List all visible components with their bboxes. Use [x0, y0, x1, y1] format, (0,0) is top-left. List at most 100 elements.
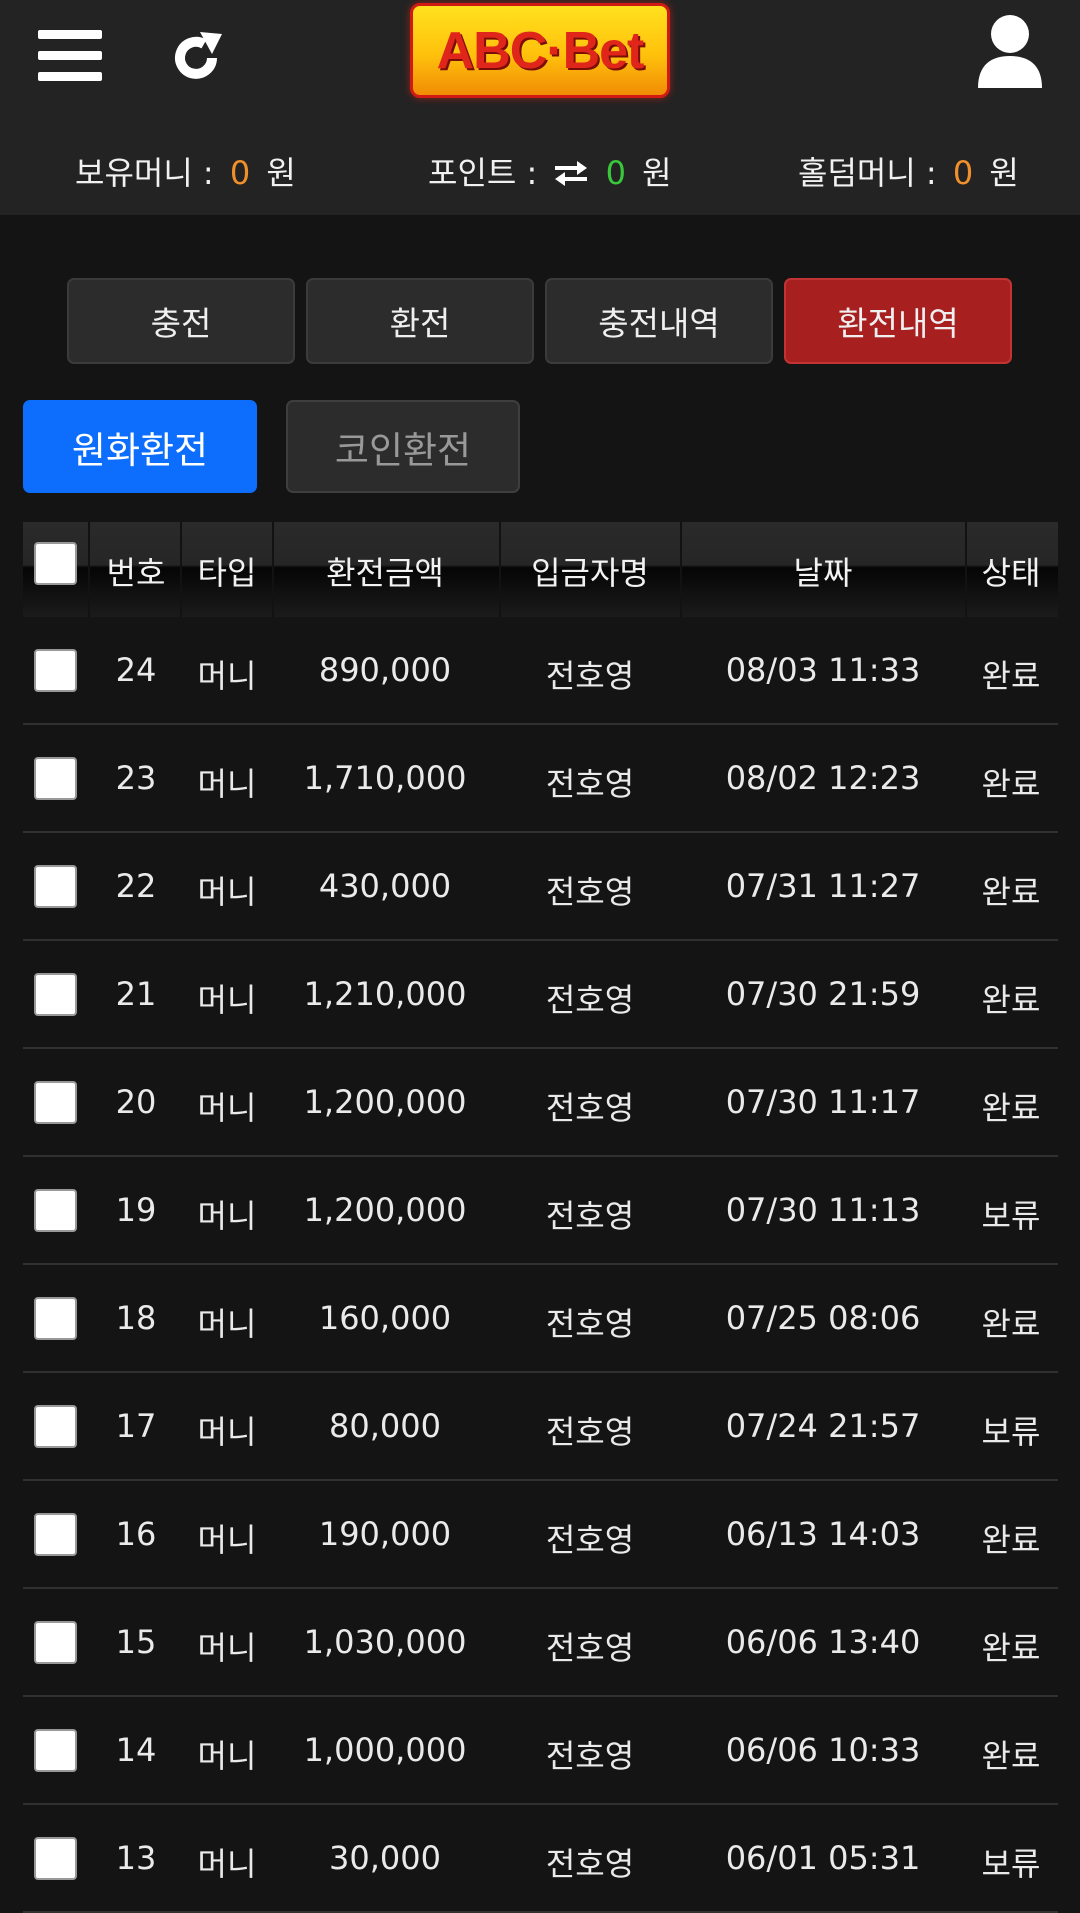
cell-depositor: 전호영 — [545, 1521, 635, 1559]
cell-status: 보류 — [981, 1413, 1041, 1451]
top-header: ABC·Bet 보유머니 : 0 원 포인트 : 0 원 홀덤머니 : 0 원 — [0, 0, 1080, 215]
cell-amount: 1,210,000 — [303, 975, 467, 1013]
cell-number: 14 — [115, 1731, 157, 1769]
row-checkbox[interactable] — [34, 1621, 77, 1664]
cell-depositor: 전호영 — [545, 1197, 635, 1235]
logo-text: ABC·Bet — [436, 21, 645, 80]
select-all-checkbox[interactable] — [34, 542, 77, 585]
holdem-currency: 원 — [989, 154, 1019, 192]
cell-depositor: 전호영 — [545, 1413, 635, 1451]
table-header: 번호 타입 환전금액 입금자명 날짜 상태 — [23, 522, 1058, 617]
cell-type: 머니 — [197, 1305, 257, 1343]
row-checkbox[interactable] — [34, 865, 77, 908]
table-row[interactable]: 21 머니 1,210,000 전호영 07/30 21:59 완료 — [23, 941, 1058, 1049]
header-number: 번호 — [106, 554, 166, 592]
cell-type: 머니 — [197, 1197, 257, 1235]
cell-type: 머니 — [197, 1737, 257, 1775]
table-row[interactable]: 16 머니 190,000 전호영 06/13 14:03 완료 — [23, 1481, 1058, 1589]
point-label: 포인트 : — [428, 154, 538, 192]
row-checkbox[interactable] — [34, 1189, 77, 1232]
money-label: 보유머니 : — [75, 154, 214, 192]
cell-depositor: 전호영 — [545, 1629, 635, 1667]
cell-amount: 30,000 — [329, 1839, 441, 1877]
subtab-krw-withdraw[interactable]: 원화환전 — [23, 400, 257, 493]
row-checkbox[interactable] — [34, 1513, 77, 1556]
row-checkbox[interactable] — [34, 1297, 77, 1340]
cell-date: 07/30 21:59 — [725, 975, 921, 1013]
cell-amount: 160,000 — [318, 1299, 452, 1337]
point-value: 0 — [605, 154, 626, 192]
table-row[interactable]: 24 머니 890,000 전호영 08/03 11:33 완료 — [23, 617, 1058, 725]
cell-status: 완료 — [981, 1089, 1041, 1127]
cell-number: 17 — [115, 1407, 157, 1445]
cell-amount: 1,200,000 — [303, 1083, 467, 1121]
cell-depositor: 전호영 — [545, 1737, 635, 1775]
cell-status: 보류 — [981, 1845, 1041, 1883]
tab-deposit[interactable]: 충전 — [67, 278, 295, 364]
subtab-coin-withdraw[interactable]: 코인환전 — [286, 400, 520, 493]
cell-date: 07/24 21:57 — [725, 1407, 921, 1445]
row-checkbox[interactable] — [34, 973, 77, 1016]
header-status: 상태 — [981, 554, 1041, 592]
cell-status: 완료 — [981, 981, 1041, 1019]
cell-date: 07/25 08:06 — [725, 1299, 921, 1337]
cell-amount: 1,710,000 — [303, 759, 467, 797]
table-body: 24 머니 890,000 전호영 08/03 11:33 완료 23 머니 1,710,000… — [23, 617, 1058, 1913]
cell-number: 15 — [115, 1623, 157, 1661]
refresh-icon[interactable] — [166, 28, 226, 88]
cell-date: 07/31 11:27 — [725, 867, 921, 905]
cell-depositor: 전호영 — [545, 1305, 635, 1343]
row-checkbox[interactable] — [34, 1405, 77, 1448]
cell-depositor: 전호영 — [545, 981, 635, 1019]
cell-date: 07/30 11:17 — [725, 1083, 921, 1121]
table-row[interactable]: 22 머니 430,000 전호영 07/31 11:27 완료 — [23, 833, 1058, 941]
table-row[interactable]: 14 머니 1,000,000 전호영 06/06 10:33 완료 — [23, 1697, 1058, 1805]
cell-amount: 1,200,000 — [303, 1191, 467, 1229]
logo[interactable]: ABC·Bet — [410, 3, 670, 98]
point-balance: 포인트 : 0 원 — [428, 148, 672, 194]
table-row[interactable]: 15 머니 1,030,000 전호영 06/06 13:40 완료 — [23, 1589, 1058, 1697]
cell-status: 보류 — [981, 1197, 1041, 1235]
header-amount: 환전금액 — [326, 554, 444, 592]
cell-type: 머니 — [197, 765, 257, 803]
cell-date: 06/06 13:40 — [725, 1623, 921, 1661]
hamburger-menu-icon[interactable] — [38, 30, 102, 82]
table-row[interactable]: 18 머니 160,000 전호영 07/25 08:06 완료 — [23, 1265, 1058, 1373]
cell-amount: 890,000 — [318, 651, 452, 689]
table-row[interactable]: 13 머니 30,000 전호영 06/01 05:31 보류 — [23, 1805, 1058, 1913]
cell-status: 완료 — [981, 1737, 1041, 1775]
cell-date: 07/30 11:13 — [725, 1191, 921, 1229]
cell-number: 13 — [115, 1839, 157, 1877]
tab-deposit-history[interactable]: 충전내역 — [545, 278, 773, 364]
row-checkbox[interactable] — [34, 757, 77, 800]
tab-withdraw-history[interactable]: 환전내역 — [784, 278, 1012, 364]
withdraw-history-table: 번호 타입 환전금액 입금자명 날짜 상태 24 머니 890,000 전호영 08/03 11:… — [23, 522, 1058, 1913]
cell-amount: 80,000 — [329, 1407, 441, 1445]
cell-depositor: 전호영 — [545, 765, 635, 803]
holdem-label: 홀덤머니 : — [798, 154, 937, 192]
cell-date: 06/06 10:33 — [725, 1731, 921, 1769]
cell-number: 20 — [115, 1083, 157, 1121]
row-checkbox[interactable] — [34, 1729, 77, 1772]
cell-number: 18 — [115, 1299, 157, 1337]
table-row[interactable]: 17 머니 80,000 전호영 07/24 21:57 보류 — [23, 1373, 1058, 1481]
tab-withdraw[interactable]: 환전 — [306, 278, 534, 364]
cell-date: 08/03 11:33 — [725, 651, 921, 689]
user-icon[interactable] — [976, 14, 1044, 90]
row-checkbox[interactable] — [34, 649, 77, 692]
cell-status: 완료 — [981, 1521, 1041, 1559]
cell-type: 머니 — [197, 1089, 257, 1127]
row-checkbox[interactable] — [34, 1081, 77, 1124]
cell-amount: 190,000 — [318, 1515, 452, 1553]
cell-depositor: 전호영 — [545, 873, 635, 911]
header-type: 타입 — [197, 554, 257, 592]
exchange-arrows-icon[interactable] — [553, 159, 589, 187]
cell-amount: 1,000,000 — [303, 1731, 467, 1769]
cell-status: 완료 — [981, 1305, 1041, 1343]
money-currency: 원 — [266, 154, 296, 192]
cell-date: 06/01 05:31 — [725, 1839, 921, 1877]
table-row[interactable]: 20 머니 1,200,000 전호영 07/30 11:17 완료 — [23, 1049, 1058, 1157]
table-row[interactable]: 23 머니 1,710,000 전호영 08/02 12:23 완료 — [23, 725, 1058, 833]
row-checkbox[interactable] — [34, 1837, 77, 1880]
table-row[interactable]: 19 머니 1,200,000 전호영 07/30 11:13 보류 — [23, 1157, 1058, 1265]
